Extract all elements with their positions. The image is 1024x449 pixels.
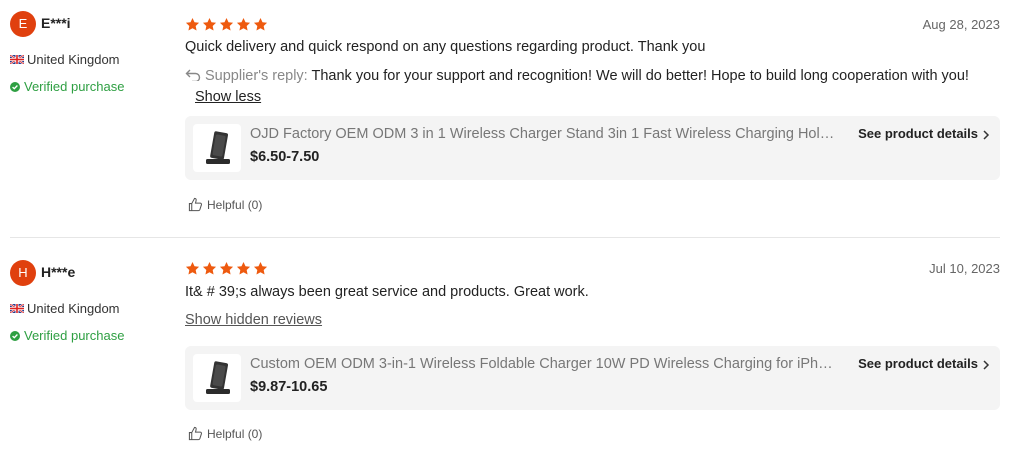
review-text: Quick delivery and quick respond on any … [185,39,706,55]
supplier-reply: Supplier's reply: Thank you for your sup… [185,66,1000,108]
star-rating [185,17,268,32]
reviewer-country: United Kingdom [10,52,120,67]
supplier-reply-label: Supplier's reply: [205,68,308,84]
review-date: Aug 28, 2023 [922,17,1000,32]
product-card[interactable]: OJD Factory OEM ODM 3 in 1 Wireless Char… [185,116,1000,180]
product-price: $6.50-7.50 [250,149,320,165]
reviewer-name: H***e [41,264,76,280]
product-price: $9.87-10.65 [250,379,328,395]
uk-flag-icon [10,304,24,313]
product-thumbnail[interactable] [193,124,241,172]
star-icon [236,17,251,31]
reviewer-name: E***i [41,15,71,31]
verified-badge: Verified purchase [10,79,124,94]
verified-check-icon [10,81,20,92]
uk-flag-icon [10,55,24,64]
helpful-label: Helpful (0) [207,426,263,441]
star-icon [253,261,268,275]
star-icon [253,17,268,31]
review-content: Jul 10, 2023 It& # 39;s always been grea… [185,261,1000,446]
see-product-details-link[interactable]: See product details [858,356,978,371]
product-title[interactable]: Custom OEM ODM 3-in-1 Wireless Foldable … [250,356,835,372]
review-item: E E***i United Kingdom Verified purchase [0,0,1024,238]
verified-check-icon [10,330,20,341]
helpful-label: Helpful (0) [207,197,263,212]
country-label: United Kingdom [27,52,120,67]
star-rating [185,261,268,276]
product-thumbnail[interactable] [193,354,241,402]
reviewer-country: United Kingdom [10,301,120,316]
product-title[interactable]: OJD Factory OEM ODM 3 in 1 Wireless Char… [250,126,835,142]
avatar: H [10,260,36,286]
review-text: It& # 39;s always been great service and… [185,284,589,300]
star-icon [219,261,234,275]
verified-badge: Verified purchase [10,328,124,343]
review-date: Jul 10, 2023 [929,261,1000,276]
thumbs-up-icon [188,426,202,441]
chevron-right-icon[interactable] [982,360,990,370]
supplier-reply-text: Thank you for your support and recogniti… [311,68,969,84]
reply-arrow-icon [185,69,201,81]
thumbs-up-icon [188,197,202,212]
star-icon [185,261,200,275]
star-icon [219,17,234,31]
verified-label: Verified purchase [24,79,125,94]
review-item: H H***e United Kingdom Verified purchase [0,238,1024,449]
star-icon [185,17,200,31]
product-card[interactable]: Custom OEM ODM 3-in-1 Wireless Foldable … [185,346,1000,410]
chevron-right-icon[interactable] [982,130,990,140]
see-product-details-link[interactable]: See product details [858,126,978,141]
review-content: Aug 28, 2023 Quick delivery and quick re… [185,17,1000,227]
star-icon [202,261,217,275]
helpful-button[interactable]: Helpful (0) [188,197,262,212]
avatar: E [10,11,36,37]
wireless-charger-icon [206,131,230,164]
show-hidden-reviews-link[interactable]: Show hidden reviews [185,312,322,328]
country-label: United Kingdom [27,301,120,316]
verified-label: Verified purchase [24,328,125,343]
wireless-charger-icon [206,361,230,394]
show-less-link[interactable]: Show less [195,89,261,105]
star-icon [202,17,217,31]
star-icon [236,261,251,275]
helpful-button[interactable]: Helpful (0) [188,426,262,441]
